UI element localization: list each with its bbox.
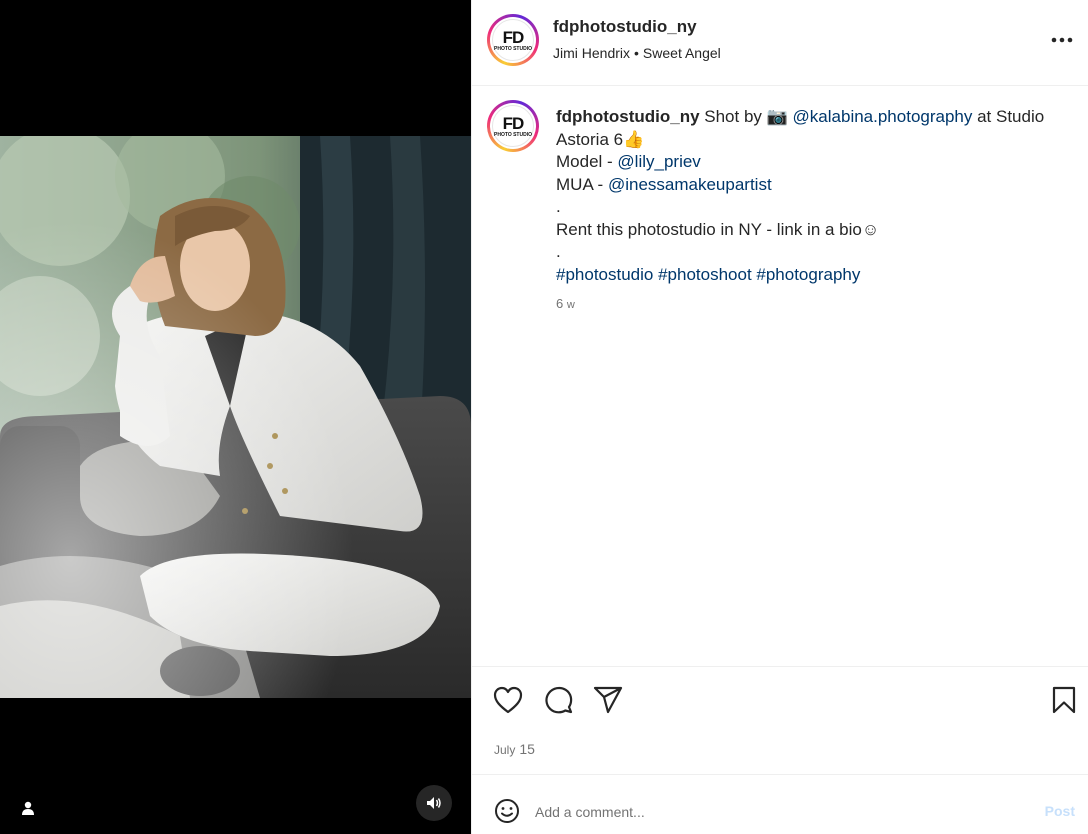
mention-model[interactable]: @lily_priev xyxy=(617,152,700,171)
avatar-logo-text: FD xyxy=(502,27,525,47)
caption-time-unit: w xyxy=(566,299,575,311)
mua-label: MUA - xyxy=(556,174,608,194)
mention-photographer[interactable]: @kalabina.photography xyxy=(793,107,973,126)
bookmark-icon xyxy=(1052,686,1076,714)
thumbs-up-emoji: 👍 xyxy=(623,129,645,149)
user-icon xyxy=(22,801,34,815)
post-details-panel: FD PHOTO STUDIO fdphotostudio_ny Jimi He… xyxy=(471,0,1088,834)
camera-emoji: 📷 xyxy=(766,107,788,126)
comment-icon xyxy=(545,686,573,714)
post-date-month: July xyxy=(494,743,516,757)
heart-icon xyxy=(493,686,523,714)
audio-toggle-button[interactable] xyxy=(416,785,452,821)
comment-composer: Post xyxy=(472,774,1088,834)
caption-avatar-logo-text: FD xyxy=(502,113,525,133)
photo-illustration xyxy=(0,136,471,698)
audio-separator: • xyxy=(634,45,639,61)
header-avatar[interactable]: FD PHOTO STUDIO xyxy=(487,14,539,66)
more-options-button[interactable] xyxy=(1049,30,1075,50)
avatar-logo-sub: PHOTO STUDIO xyxy=(494,45,532,52)
smile-emoji: ☺ xyxy=(861,219,880,239)
post-caption: fdphotostudio_ny Shot by 📷 @kalabina.pho… xyxy=(556,106,1076,286)
caption-avatar-logo-sub: PHOTO STUDIO xyxy=(494,131,532,138)
comment-button[interactable] xyxy=(542,684,574,716)
caption-dot-2: . xyxy=(556,242,561,261)
audio-track[interactable]: Sweet Angel xyxy=(643,45,721,61)
caption-timestamp: 6 w xyxy=(556,296,575,311)
caption-rent-line: Rent this photostudio in NY - link in a … xyxy=(556,219,1076,242)
post-photo[interactable] xyxy=(0,136,471,698)
like-button[interactable] xyxy=(492,684,524,716)
mention-mua[interactable]: @inessamakeupartist xyxy=(608,175,772,194)
share-button[interactable] xyxy=(592,684,624,716)
share-icon xyxy=(593,686,623,714)
audio-artist[interactable]: Jimi Hendrix xyxy=(553,45,630,61)
caption-mua-line: MUA - @inessamakeupartist xyxy=(556,174,1076,197)
caption-hashtags[interactable]: #photostudio #photoshoot #photography xyxy=(556,264,1076,287)
tagged-users-button[interactable] xyxy=(14,794,42,822)
post-date-day: 15 xyxy=(519,741,535,757)
audio-attribution[interactable]: Jimi Hendrix • Sweet Angel xyxy=(553,45,721,61)
model-label: Model - xyxy=(556,152,618,171)
rent-text: Rent this photostudio in NY - link in a … xyxy=(556,219,862,239)
ellipsis-icon xyxy=(1051,37,1073,43)
caption-username[interactable]: fdphotostudio_ny xyxy=(556,107,700,126)
save-button[interactable] xyxy=(1048,684,1080,716)
post-comment-button[interactable]: Post xyxy=(1045,803,1075,819)
caption-dot-1: . xyxy=(556,197,561,216)
media-viewer[interactable] xyxy=(0,0,471,834)
post-actions: July 15 xyxy=(472,666,1088,774)
header-username[interactable]: fdphotostudio_ny xyxy=(553,17,697,37)
comment-input[interactable] xyxy=(535,801,1015,823)
caption-avatar[interactable]: FD PHOTO STUDIO xyxy=(487,100,539,152)
smiley-icon xyxy=(495,799,519,823)
post-header: FD PHOTO STUDIO fdphotostudio_ny Jimi He… xyxy=(472,0,1088,86)
caption-time-num: 6 xyxy=(556,296,564,311)
speaker-icon xyxy=(427,797,441,809)
emoji-picker-button[interactable] xyxy=(494,798,520,824)
caption-model-line: Model - @lily_priev xyxy=(556,151,1076,174)
post-date[interactable]: July 15 xyxy=(494,741,535,759)
caption-text-1: Shot by xyxy=(699,107,767,126)
